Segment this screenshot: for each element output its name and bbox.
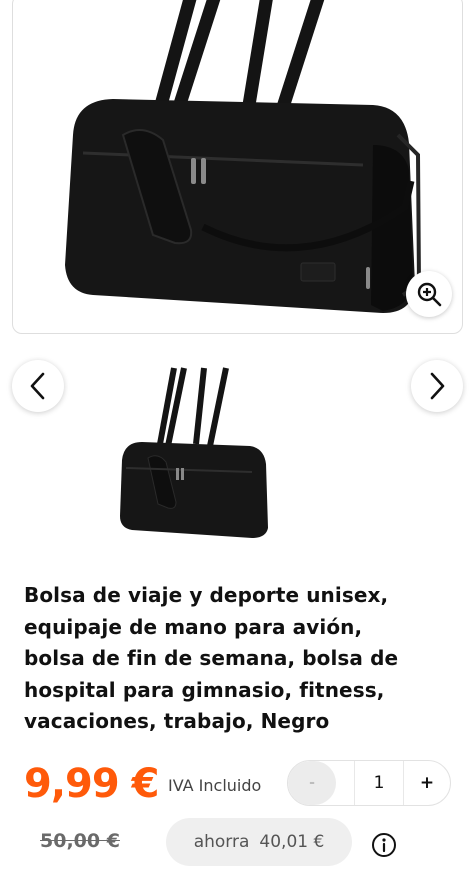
vat-label: IVA Incluido xyxy=(168,776,262,795)
gallery-next-button[interactable] xyxy=(411,360,463,412)
info-button[interactable] xyxy=(371,832,397,858)
savings-badge: ahorra 40,01 € xyxy=(166,818,352,866)
product-title: Bolsa de viaje y deporte unisex, equipaj… xyxy=(24,580,444,738)
product-price: 9,99 € xyxy=(24,761,159,807)
title-line: bolsa de fin de semana, bolsa de xyxy=(24,646,399,670)
title-line: vacaciones, trabajo, Negro xyxy=(24,709,330,733)
title-line: equipaje de mano para avión, xyxy=(24,614,363,639)
chevron-left-icon xyxy=(30,372,45,400)
quantity-value[interactable]: 1 xyxy=(354,761,404,805)
zoom-button[interactable] xyxy=(406,271,452,317)
title-line: Bolsa de viaje y deporte unisex, xyxy=(24,583,389,607)
title-line: hospital para gimnasio, fitness, xyxy=(24,677,385,702)
gallery-prev-button[interactable] xyxy=(12,360,64,412)
zoom-in-icon xyxy=(417,282,442,307)
product-page: Bolsa de viaje y deporte unisex, equipaj… xyxy=(0,0,475,869)
increase-quantity-button[interactable]: + xyxy=(404,761,450,805)
bag-thumbnail-image xyxy=(120,367,268,538)
savings-amount: 40,01 € xyxy=(259,832,325,852)
savings-label: ahorra xyxy=(193,832,250,852)
decrease-quantity-button[interactable]: - xyxy=(288,761,336,805)
main-product-image[interactable] xyxy=(12,0,463,334)
original-price: 50,00 € xyxy=(40,830,120,852)
quantity-stepper: - 1 + xyxy=(287,760,451,806)
chevron-right-icon xyxy=(430,372,445,400)
gallery-thumbnail[interactable] xyxy=(112,362,272,540)
info-icon xyxy=(372,833,396,857)
bag-image xyxy=(65,0,422,313)
